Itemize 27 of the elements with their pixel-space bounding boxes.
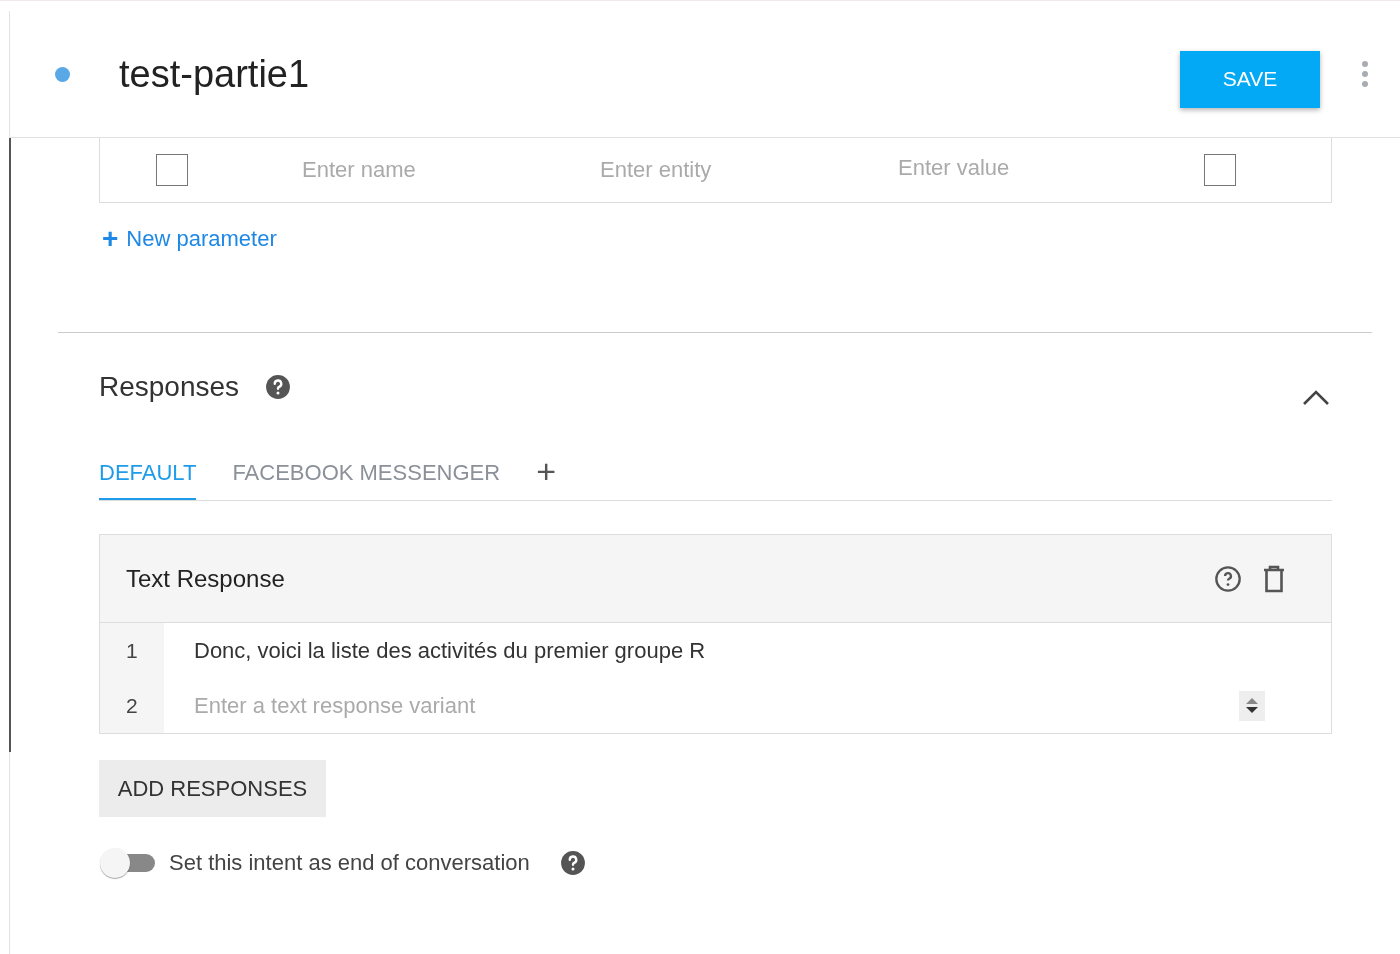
toggle-switch[interactable] <box>99 847 155 879</box>
list-checkbox[interactable] <box>1204 154 1236 186</box>
spinner-icon[interactable] <box>1239 690 1265 721</box>
entity-field[interactable]: Enter entity <box>598 156 838 184</box>
name-field[interactable]: Enter name <box>300 156 540 184</box>
tab[interactable]: DEFAULT <box>99 460 197 500</box>
required-checkbox[interactable] <box>156 154 188 186</box>
card-title: Text Response <box>126 564 286 593</box>
new-parameter-link[interactable]: + New parameter <box>102 223 277 255</box>
help-icon[interactable] <box>559 850 586 876</box>
help-icon[interactable] <box>265 374 292 400</box>
delete-icon[interactable] <box>1262 564 1286 593</box>
response-field[interactable]: Enter a text response variant <box>192 691 992 720</box>
response-field[interactable]: Donc, voici la liste des activités du premier groupe R <box>192 636 992 665</box>
add-tab-button[interactable]: + <box>536 454 556 500</box>
help-icon[interactable] <box>1214 564 1242 593</box>
value-field[interactable]: Enter value <box>896 154 1136 182</box>
save-button[interactable]: SAVE <box>1180 50 1320 108</box>
section-title: Responses <box>99 371 240 403</box>
line-number: 2 <box>100 678 164 733</box>
tab[interactable]: FACEBOOK MESSENGER <box>232 460 501 500</box>
line-number: 1 <box>100 623 164 678</box>
collapse-chevron-icon[interactable] <box>1302 388 1330 406</box>
status-dot <box>55 66 70 82</box>
toggle-label: Set this intent as end of conversation <box>169 850 530 876</box>
intent-title: test-partie1 <box>119 52 311 96</box>
add-responses-button[interactable]: ADD RESPONSES <box>99 760 326 817</box>
